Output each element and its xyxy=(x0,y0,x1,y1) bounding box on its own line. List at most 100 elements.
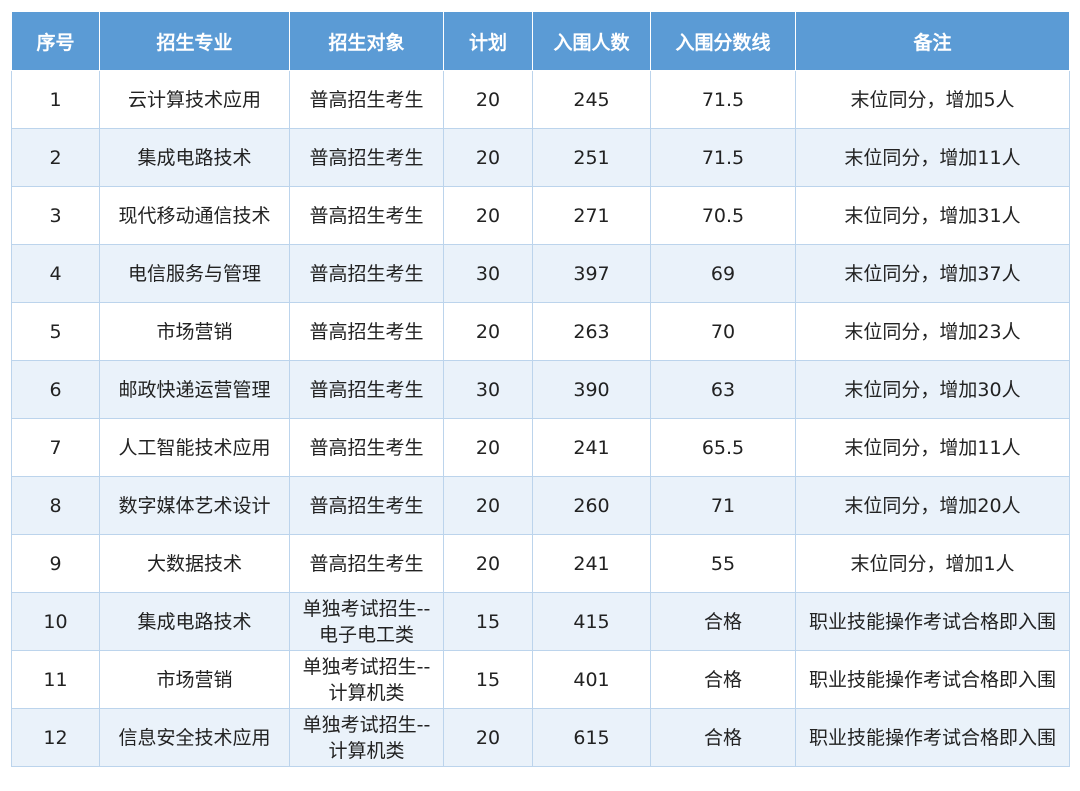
cell-plan: 20 xyxy=(443,186,533,245)
table-row: 5 市场营销 普高招生考生 20 263 70 末位同分，增加23人 xyxy=(11,302,1070,361)
cell-count: 241 xyxy=(532,418,651,477)
cell-plan: 15 xyxy=(443,650,533,709)
cell-plan: 20 xyxy=(443,70,533,129)
cell-score: 合格 xyxy=(650,592,796,651)
cell-target-line: 普高招生考生 xyxy=(309,88,424,111)
table-row: 4 电信服务与管理 普高招生考生 30 397 69 末位同分，增加37人 xyxy=(11,244,1070,303)
header-plan: 计划 xyxy=(443,11,533,71)
cell-target: 单独考试招生-- 计算机类 xyxy=(289,708,444,767)
cell-target-line: 普高招生考生 xyxy=(309,436,424,459)
cell-major: 人工智能技术应用 xyxy=(99,418,290,477)
cell-note: 末位同分，增加20人 xyxy=(795,476,1070,535)
table-row: 12 信息安全技术应用 单独考试招生-- 计算机类 20 615 合格 职业技能操作考试合格即… xyxy=(11,708,1070,767)
cell-no: 12 xyxy=(11,708,100,767)
cell-target: 普高招生考生 xyxy=(289,70,444,129)
cell-note: 末位同分，增加11人 xyxy=(795,128,1070,187)
cell-plan: 30 xyxy=(443,360,533,419)
cell-no: 3 xyxy=(11,186,100,245)
cell-target-line: 单独考试招生-- xyxy=(302,655,431,678)
cell-count: 260 xyxy=(532,476,651,535)
cell-target: 单独考试招生-- 计算机类 xyxy=(289,650,444,709)
cell-score: 70.5 xyxy=(650,186,796,245)
cell-major: 市场营销 xyxy=(99,650,290,709)
cell-no: 8 xyxy=(11,476,100,535)
cell-no: 6 xyxy=(11,360,100,419)
cell-note: 末位同分，增加30人 xyxy=(795,360,1070,419)
cell-target-line: 电子电工类 xyxy=(318,623,414,646)
cell-note: 末位同分，增加1人 xyxy=(795,534,1070,593)
table-row: 10 集成电路技术 单独考试招生-- 电子电工类 15 415 合格 职业技能操作考试合格即入… xyxy=(11,592,1070,651)
cell-count: 401 xyxy=(532,650,651,709)
cell-target-line: 普高招生考生 xyxy=(309,320,424,343)
table-row: 6 邮政快递运营管理 普高招生考生 30 390 63 末位同分，增加30人 xyxy=(11,360,1070,419)
header-major: 招生专业 xyxy=(99,11,290,71)
cell-count: 245 xyxy=(532,70,651,129)
cell-major: 信息安全技术应用 xyxy=(99,708,290,767)
cell-plan: 20 xyxy=(443,476,533,535)
cell-plan: 20 xyxy=(443,708,533,767)
cell-no: 4 xyxy=(11,244,100,303)
cell-plan: 30 xyxy=(443,244,533,303)
cell-count: 415 xyxy=(532,592,651,651)
admission-table-container: 序号 招生专业 招生对象 计划 入围人数 入围分数线 备注 1 云计算技术应用 普高… xyxy=(11,11,1070,767)
table-row: 11 市场营销 单独考试招生-- 计算机类 15 401 合格 职业技能操作考试合格即入围 xyxy=(11,650,1070,709)
cell-count: 615 xyxy=(532,708,651,767)
cell-target-line: 普高招生考生 xyxy=(309,146,424,169)
cell-target: 普高招生考生 xyxy=(289,186,444,245)
table-row: 1 云计算技术应用 普高招生考生 20 245 71.5 末位同分，增加5人 xyxy=(11,70,1070,129)
cell-count: 271 xyxy=(532,186,651,245)
cell-major: 现代移动通信技术 xyxy=(99,186,290,245)
cell-target: 单独考试招生-- 电子电工类 xyxy=(289,592,444,651)
table-row: 9 大数据技术 普高招生考生 20 241 55 末位同分，增加1人 xyxy=(11,534,1070,593)
cell-note: 职业技能操作考试合格即入围 xyxy=(795,708,1070,767)
cell-target-line: 单独考试招生-- xyxy=(302,713,431,736)
cell-no: 11 xyxy=(11,650,100,709)
cell-score: 71.5 xyxy=(650,128,796,187)
cell-score: 合格 xyxy=(650,708,796,767)
cell-no: 10 xyxy=(11,592,100,651)
cell-note: 末位同分，增加37人 xyxy=(795,244,1070,303)
cell-count: 397 xyxy=(532,244,651,303)
cell-score: 55 xyxy=(650,534,796,593)
cell-target: 普高招生考生 xyxy=(289,244,444,303)
cell-no: 7 xyxy=(11,418,100,477)
cell-target-line: 普高招生考生 xyxy=(309,262,424,285)
table-row: 7 人工智能技术应用 普高招生考生 20 241 65.5 末位同分，增加11人 xyxy=(11,418,1070,477)
cell-major: 大数据技术 xyxy=(99,534,290,593)
table-row: 3 现代移动通信技术 普高招生考生 20 271 70.5 末位同分，增加31人 xyxy=(11,186,1070,245)
header-score: 入围分数线 xyxy=(650,11,796,71)
cell-note: 职业技能操作考试合格即入围 xyxy=(795,592,1070,651)
cell-note: 末位同分，增加5人 xyxy=(795,70,1070,129)
cell-plan: 15 xyxy=(443,592,533,651)
cell-score: 63 xyxy=(650,360,796,419)
cell-note: 末位同分，增加31人 xyxy=(795,186,1070,245)
cell-count: 390 xyxy=(532,360,651,419)
cell-major: 数字媒体艺术设计 xyxy=(99,476,290,535)
cell-target: 普高招生考生 xyxy=(289,418,444,477)
cell-score: 71 xyxy=(650,476,796,535)
cell-target: 普高招生考生 xyxy=(289,476,444,535)
header-count: 入围人数 xyxy=(532,11,651,71)
cell-target-line: 普高招生考生 xyxy=(309,552,424,575)
admission-table: 序号 招生专业 招生对象 计划 入围人数 入围分数线 备注 1 云计算技术应用 普高… xyxy=(11,11,1070,767)
header-no: 序号 xyxy=(11,11,100,71)
cell-note: 末位同分，增加11人 xyxy=(795,418,1070,477)
cell-score: 70 xyxy=(650,302,796,361)
cell-score: 合格 xyxy=(650,650,796,709)
cell-target: 普高招生考生 xyxy=(289,360,444,419)
cell-target: 普高招生考生 xyxy=(289,534,444,593)
header-note: 备注 xyxy=(795,11,1070,71)
cell-plan: 20 xyxy=(443,302,533,361)
cell-target-line: 普高招生考生 xyxy=(309,378,424,401)
cell-count: 241 xyxy=(532,534,651,593)
table-row: 8 数字媒体艺术设计 普高招生考生 20 260 71 末位同分，增加20人 xyxy=(11,476,1070,535)
cell-major: 集成电路技术 xyxy=(99,128,290,187)
cell-no: 9 xyxy=(11,534,100,593)
cell-target-line: 计算机类 xyxy=(328,681,405,704)
header-row: 序号 招生专业 招生对象 计划 入围人数 入围分数线 备注 xyxy=(11,11,1070,71)
cell-target: 普高招生考生 xyxy=(289,302,444,361)
cell-count: 263 xyxy=(532,302,651,361)
cell-target-line: 普高招生考生 xyxy=(309,204,424,227)
cell-target: 普高招生考生 xyxy=(289,128,444,187)
cell-score: 65.5 xyxy=(650,418,796,477)
